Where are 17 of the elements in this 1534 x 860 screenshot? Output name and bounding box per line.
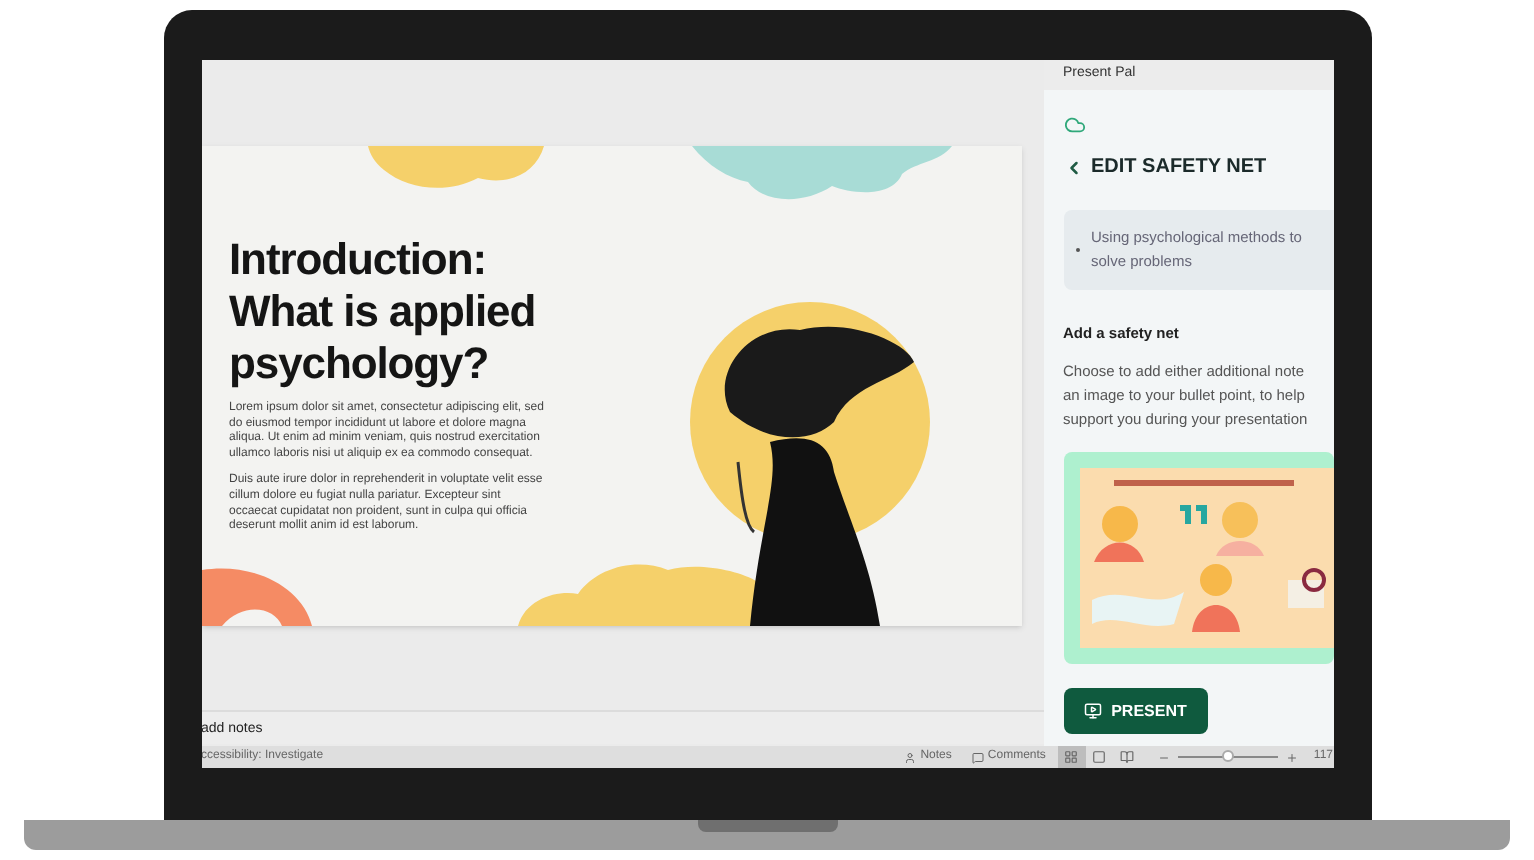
panel-heading: EDIT SAFETY NET (1091, 154, 1267, 182)
zoom-in-icon[interactable] (1285, 751, 1298, 763)
zoom-thumb[interactable] (1221, 750, 1234, 762)
base-notch (697, 820, 837, 832)
square-icon (1092, 750, 1107, 764)
present-icon (1083, 702, 1102, 721)
view-button[interactable] (1057, 746, 1086, 768)
present-button[interactable]: PRESENT (1063, 688, 1207, 735)
slide-title: Introduction: What is applied psychology? (229, 234, 538, 390)
cloud-icon (1063, 114, 1085, 136)
blob-icon (367, 146, 543, 194)
book-icon (1120, 750, 1135, 764)
comment-icon (971, 751, 984, 763)
grid-icon (1064, 750, 1079, 764)
zoom-out-icon[interactable] (1157, 751, 1170, 763)
blob-icon (201, 566, 311, 626)
person-icon (904, 751, 917, 763)
